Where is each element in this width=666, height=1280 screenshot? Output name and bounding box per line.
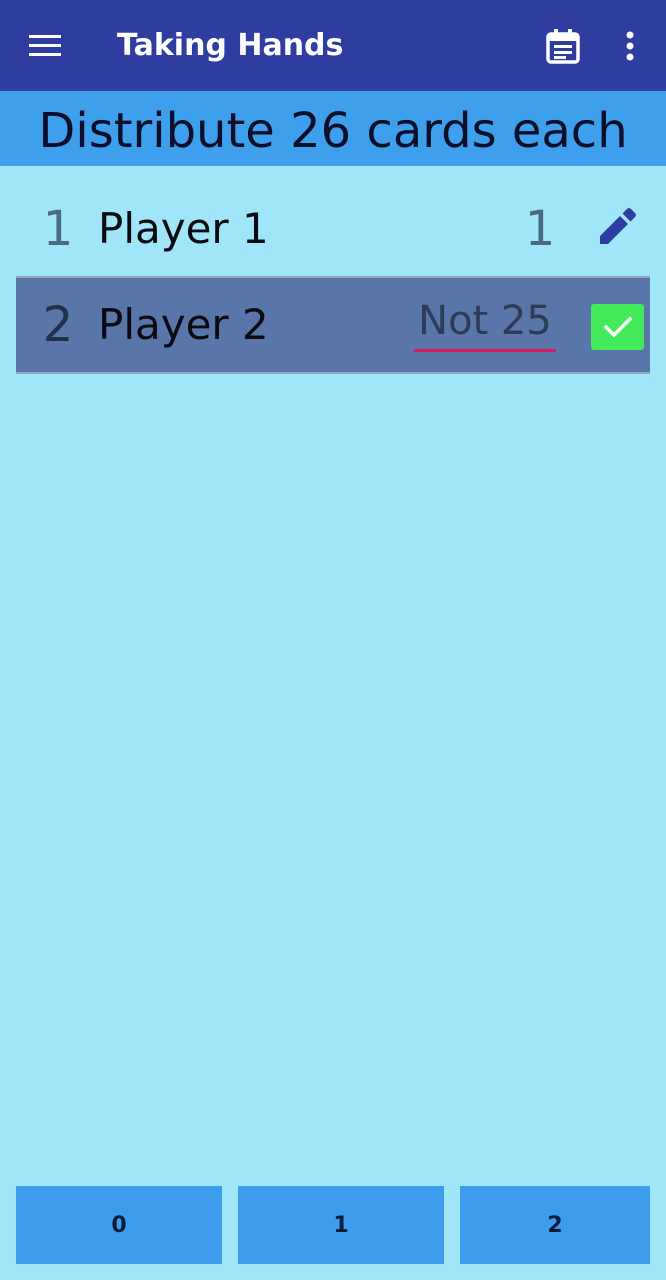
pencil-edit-icon[interactable]	[594, 206, 638, 250]
calendar-icon[interactable]	[543, 26, 583, 66]
player-row: 1 Player 1 1	[16, 180, 650, 278]
bid-button-1[interactable]: 1	[238, 1186, 444, 1264]
instruction-banner: Distribute 26 cards each	[0, 91, 666, 166]
player-number: 1	[42, 201, 74, 257]
app-title: Taking Hands	[117, 28, 344, 63]
player-number: 2	[42, 297, 74, 353]
player-row-selected: 2 Player 2	[16, 276, 650, 374]
player-name: Player 2	[98, 300, 269, 349]
player-name: Player 1	[98, 204, 269, 253]
hamburger-menu-icon[interactable]	[28, 31, 62, 61]
bid-button-0[interactable]: 0	[16, 1186, 222, 1264]
player-bid-value: 1	[524, 201, 556, 257]
checkmark-icon	[603, 316, 633, 338]
app-bar: Taking Hands	[0, 0, 666, 91]
bid-input[interactable]	[414, 292, 556, 352]
more-vertical-icon[interactable]	[614, 26, 646, 66]
bid-button-2[interactable]: 2	[460, 1186, 650, 1264]
confirm-button[interactable]	[591, 304, 644, 350]
banner-text: Distribute 26 cards each	[38, 103, 628, 159]
